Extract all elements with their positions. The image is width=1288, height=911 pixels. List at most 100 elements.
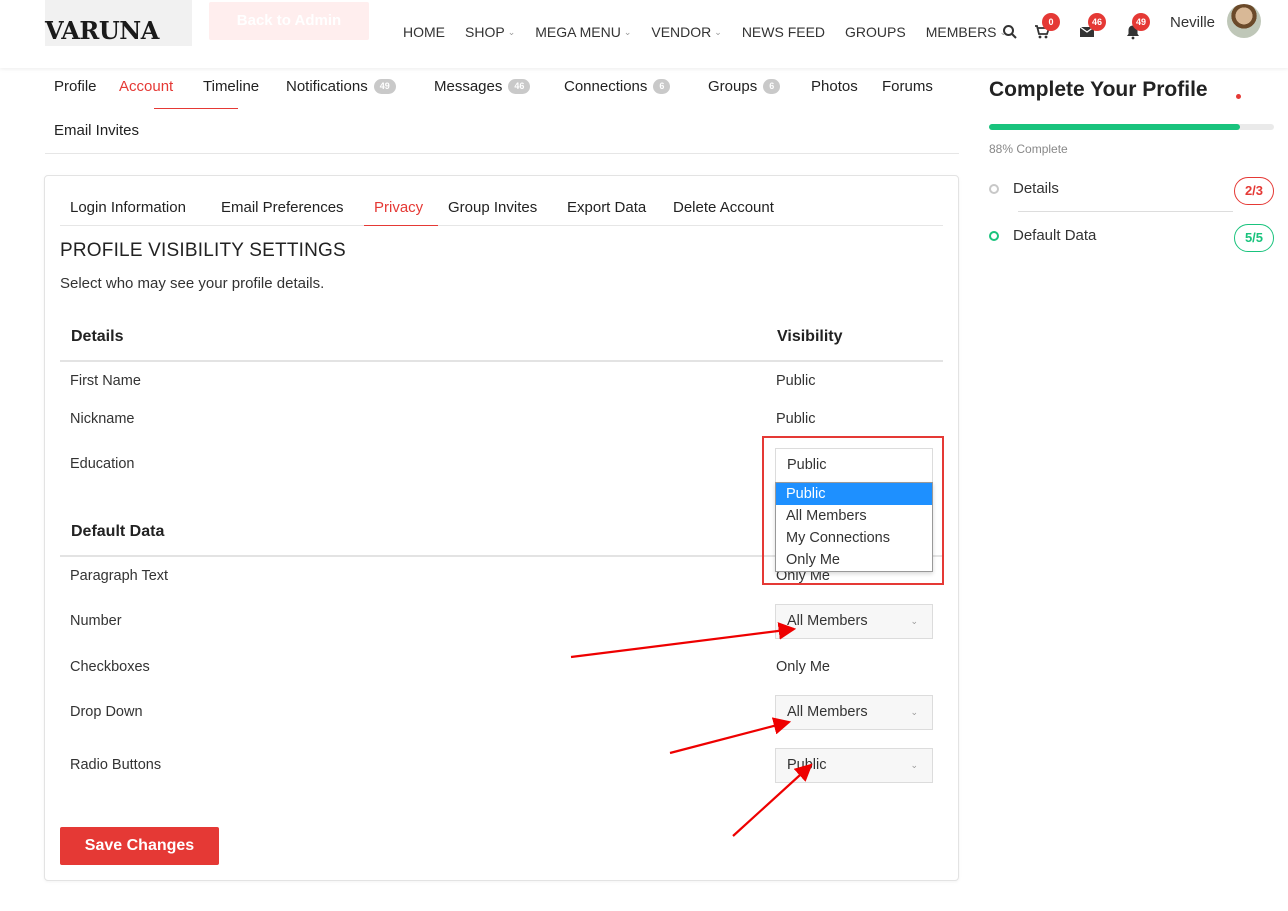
tab-label: Forums bbox=[882, 78, 933, 95]
nav-mega-menu-label: MEGA MENU bbox=[535, 24, 621, 40]
nav-groups[interactable]: GROUPS bbox=[845, 24, 906, 40]
nav-home[interactable]: HOME bbox=[403, 24, 445, 40]
visibility-value-nickname: Public bbox=[776, 411, 816, 427]
tab-count-badge: 46 bbox=[508, 79, 531, 94]
progress-item-details[interactable]: Details bbox=[989, 180, 1059, 197]
tab-label: Groups bbox=[708, 78, 758, 95]
avatar[interactable] bbox=[1227, 4, 1261, 38]
tab-label: Connections bbox=[564, 78, 648, 95]
nav-shop[interactable]: SHOP ⌄ bbox=[465, 24, 515, 40]
select-value: All Members bbox=[787, 704, 868, 720]
subtab-login-information[interactable]: Login Information bbox=[70, 199, 186, 216]
divider bbox=[60, 360, 943, 362]
tab-notifications[interactable]: Notifications 49 bbox=[286, 78, 396, 95]
field-label-number: Number bbox=[70, 613, 122, 629]
active-subtab-underline bbox=[364, 225, 438, 226]
subtab-delete-account[interactable]: Delete Account bbox=[673, 199, 774, 216]
tab-label: Account bbox=[119, 78, 174, 95]
tab-messages[interactable]: Messages 46 bbox=[434, 78, 531, 95]
progress-percent-text: 88% Complete bbox=[989, 142, 1068, 156]
settings-subtabs: Login Information Email Preferences Priv… bbox=[60, 196, 943, 226]
tab-timeline[interactable]: Timeline bbox=[203, 78, 259, 95]
complete-profile-title: Complete Your Profile bbox=[989, 78, 1208, 101]
visibility-select-radio-buttons[interactable]: Public ⌄ bbox=[775, 748, 933, 783]
progress-badge-details: 2/3 bbox=[1234, 177, 1274, 205]
nav-groups-label: GROUPS bbox=[845, 24, 906, 40]
tab-label: Timeline bbox=[203, 78, 260, 95]
field-label-radio-buttons: Radio Buttons bbox=[70, 757, 162, 773]
tab-label: Profile bbox=[54, 78, 97, 95]
chevron-down-icon: ⌄ bbox=[910, 707, 918, 717]
nav-mega-menu[interactable]: MEGA MENU ⌄ bbox=[535, 24, 631, 40]
back-to-admin-button[interactable]: Back to Admin bbox=[209, 2, 369, 40]
tab-groups[interactable]: Groups 6 bbox=[708, 78, 781, 95]
tab-account[interactable]: Account bbox=[119, 78, 173, 95]
nav-shop-label: SHOP bbox=[465, 24, 505, 40]
default-data-group-header: Default Data bbox=[71, 523, 165, 540]
chevron-down-icon: ⌄ bbox=[910, 616, 918, 626]
field-label-drop-down: Drop Down bbox=[70, 704, 143, 720]
progress-item-label: Details bbox=[1013, 180, 1059, 197]
tab-count-badge: 49 bbox=[373, 79, 396, 94]
nav-vendor-label: VENDOR bbox=[651, 24, 712, 40]
subtab-group-invites[interactable]: Group Invites bbox=[448, 199, 537, 216]
site-logo[interactable]: VARUNA bbox=[45, 16, 159, 45]
profile-progress-bar bbox=[989, 124, 1274, 130]
tab-label: Messages bbox=[434, 78, 503, 95]
visibility-value-first-name: Public bbox=[776, 373, 816, 389]
tab-label: Photos bbox=[811, 78, 858, 95]
progress-item-default-data[interactable]: Default Data bbox=[989, 227, 1096, 244]
select-value: Public bbox=[787, 757, 827, 773]
tab-forums[interactable]: Forums bbox=[882, 78, 933, 95]
tab-count-badge: 6 bbox=[653, 79, 671, 94]
progress-badge-default-data: 5/5 bbox=[1234, 224, 1274, 252]
profile-progress-fill bbox=[989, 124, 1240, 130]
page-title: PROFILE VISIBILITY SETTINGS bbox=[60, 240, 346, 261]
field-label-nickname: Nickname bbox=[70, 411, 135, 427]
nav-members[interactable]: MEMBERS ⌄ bbox=[926, 24, 1007, 40]
search-icon[interactable] bbox=[1002, 24, 1018, 40]
messages-count-badge: 46 bbox=[1088, 13, 1106, 31]
nav-news-feed-label: NEWS FEED bbox=[741, 24, 826, 40]
page-subtitle: Select who may see your profile details. bbox=[60, 275, 325, 292]
save-changes-button[interactable]: Save Changes bbox=[60, 827, 219, 865]
ring-icon bbox=[989, 183, 999, 194]
tab-label: Email Invites bbox=[54, 122, 140, 139]
tab-photos[interactable]: Photos bbox=[811, 78, 858, 95]
tab-count-badge: 6 bbox=[763, 79, 781, 94]
nav-members-label: MEMBERS bbox=[925, 24, 997, 40]
field-label-paragraph-text: Paragraph Text bbox=[70, 568, 169, 584]
field-label-education: Education bbox=[70, 456, 135, 472]
user-name[interactable]: Neville bbox=[1170, 14, 1215, 31]
chevron-down-icon: ⌄ bbox=[910, 760, 918, 770]
subtab-email-preferences[interactable]: Email Preferences bbox=[221, 199, 344, 216]
tab-email-invites[interactable]: Email Invites bbox=[54, 122, 139, 139]
chevron-down-icon: ⌄ bbox=[623, 26, 632, 37]
site-header: VARUNA Back to Admin HOME SHOP ⌄ MEGA MEN… bbox=[0, 0, 1288, 68]
visibility-select-drop-down[interactable]: All Members ⌄ bbox=[775, 695, 933, 730]
cart-count-badge: 0 bbox=[1042, 13, 1060, 31]
subtab-export-data[interactable]: Export Data bbox=[567, 199, 646, 216]
profile-tabs: Profile Account Timeline Notifications 49… bbox=[45, 74, 959, 154]
divider bbox=[1018, 211, 1233, 212]
field-label-first-name: First Name bbox=[70, 373, 141, 389]
visibility-select-number[interactable]: All Members ⌄ bbox=[775, 604, 933, 639]
select-value: All Members bbox=[787, 613, 868, 629]
subtab-privacy[interactable]: Privacy bbox=[374, 199, 423, 216]
settings-card: Login Information Email Preferences Priv… bbox=[44, 175, 959, 881]
tab-connections[interactable]: Connections 6 bbox=[564, 78, 671, 95]
field-label-checkboxes: Checkboxes bbox=[70, 659, 150, 675]
tab-label: Notifications bbox=[286, 78, 368, 95]
annotation-highlight-box bbox=[762, 436, 944, 585]
tab-profile[interactable]: Profile bbox=[54, 78, 97, 95]
nav-news-feed[interactable]: NEWS FEED bbox=[742, 24, 825, 40]
title-accent-dot bbox=[1236, 94, 1241, 99]
nav-vendor[interactable]: VENDOR ⌄ bbox=[651, 24, 721, 40]
main-nav: HOME SHOP ⌄ MEGA MENU ⌄ VENDOR ⌄ NEWS FEED … bbox=[403, 24, 1007, 40]
progress-item-label: Default Data bbox=[1013, 227, 1097, 244]
chevron-down-icon: ⌄ bbox=[714, 26, 722, 37]
active-tab-underline bbox=[154, 108, 238, 109]
chevron-down-icon: ⌄ bbox=[507, 26, 516, 37]
visibility-value-checkboxes: Only Me bbox=[776, 659, 830, 675]
visibility-column-header: Visibility bbox=[777, 328, 843, 345]
